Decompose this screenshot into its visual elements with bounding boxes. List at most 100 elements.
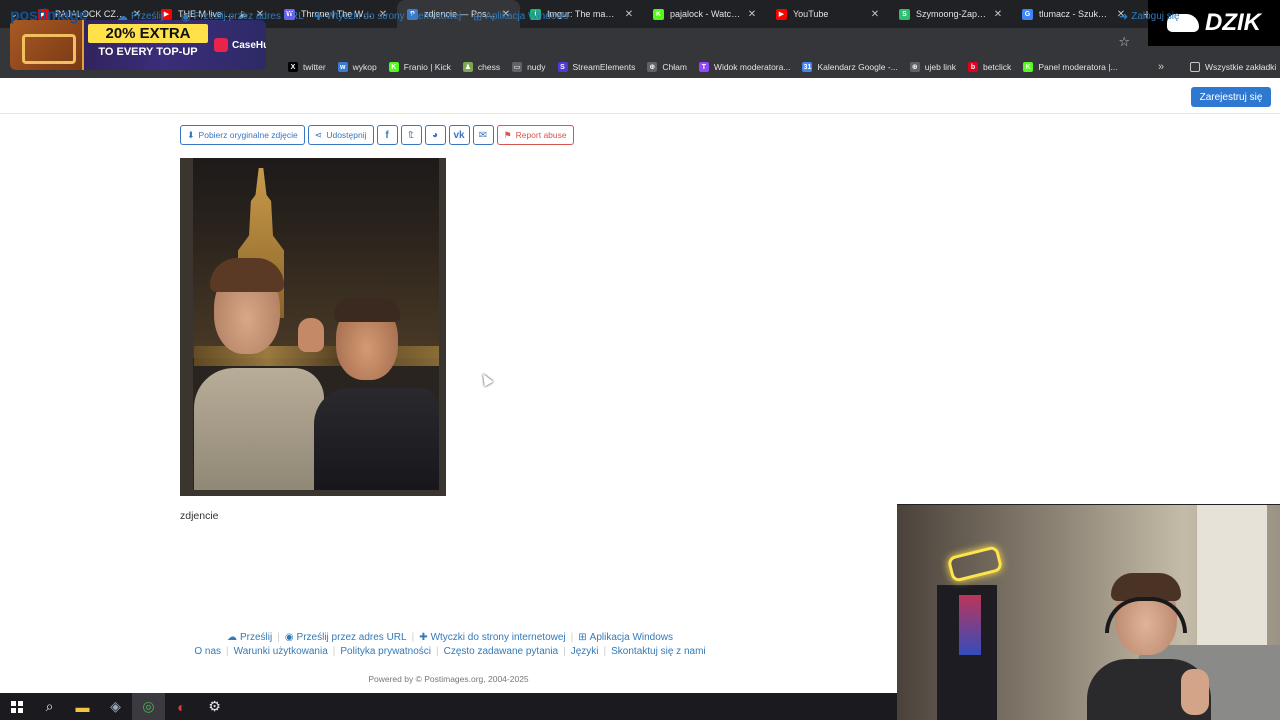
casehug-ad-banner[interactable]: 20% EXTRA TO EVERY TOP-UP CaseHug	[10, 20, 266, 70]
bookmark-star-icon[interactable]: ☆	[1118, 34, 1130, 50]
footer-link[interactable]: Skontaktuj się z nami	[611, 646, 706, 657]
footer-windows-app[interactable]: ⊞ Aplikacja Windows	[578, 632, 673, 643]
bookmark-label: nudy	[527, 62, 546, 72]
tab-favicon-icon: S	[899, 8, 910, 20]
bookmark-item[interactable]: Xtwitter	[288, 62, 326, 72]
ad-brand-label: CaseHug	[232, 39, 266, 51]
bookmark-favicon-icon: 31	[802, 62, 813, 72]
footer-separator: |	[411, 632, 415, 643]
windows-icon: ⊞	[473, 11, 483, 23]
bookmark-item[interactable]: T Widok moderatora...	[698, 62, 790, 72]
chrome-icon[interactable]: ◎	[132, 693, 165, 720]
email-share-icon[interactable]: ✉	[472, 125, 494, 145]
footer-upload-label: Prześlij	[239, 632, 273, 643]
tab-close-icon[interactable]: ✕	[869, 9, 881, 20]
footer-upload[interactable]: ☁ Prześlij	[227, 632, 272, 643]
bookmark-item[interactable]: b betclick	[967, 62, 1011, 72]
nav-windows-app-label: Aplikacja Windows	[485, 11, 569, 22]
browser-tab[interactable]: Gtlumacz - Szukaj w G✕	[1012, 0, 1135, 28]
report-abuse-label: Report abuse	[515, 130, 567, 140]
tab-title: Szymoong-Zapamięt	[916, 9, 988, 19]
file-explorer-icon[interactable]: ▬	[66, 693, 99, 720]
reddit-share-icon[interactable]: ◕	[424, 125, 446, 145]
footer-upload-url[interactable]: ◉ Prześlij przez adres URL	[285, 632, 407, 643]
footer-link[interactable]: Warunki użytkowania	[234, 646, 328, 657]
nav-upload-url[interactable]: ◉ Prześlij przez adres URL	[181, 10, 304, 23]
nav-upload[interactable]: ☁ Prześlij	[117, 10, 163, 23]
webcam-streamer	[1087, 573, 1211, 720]
bookmark-item[interactable]: ♟ chess	[462, 62, 500, 72]
bookmark-item[interactable]: ⊕ ujeb link	[909, 62, 956, 72]
bookmark-item[interactable]: 31 Kalendarz Google -...	[802, 62, 898, 72]
bookmark-item[interactable]: ▭ nudy	[512, 62, 546, 72]
login-link[interactable]: ➜ Zaloguj się	[1119, 10, 1180, 23]
tab-close-icon[interactable]: ✕	[992, 9, 1004, 20]
share-icon: ⋖	[314, 129, 323, 140]
bookmark-favicon-icon: T	[698, 62, 709, 72]
bookmark-favicon-icon: K	[388, 62, 399, 72]
globe-icon: ◉	[284, 632, 294, 643]
bookmark-item[interactable]: K Panel moderatora |...	[1023, 62, 1118, 72]
footer-link[interactable]: Polityka prywatności	[340, 646, 431, 657]
treasure-chest-icon	[10, 20, 84, 70]
signup-button[interactable]: Zarejestruj się	[1191, 87, 1271, 107]
postimage-logo[interactable]: postimage	[10, 7, 88, 25]
bookmark-label: Chłam	[662, 62, 687, 72]
facebook-share-icon[interactable]: f	[376, 125, 398, 145]
obs-icon[interactable]: ◐	[165, 693, 198, 720]
nav-upload-url-label: Prześlij przez adres URL	[193, 11, 304, 22]
browser-tab[interactable]: Kpajalock - Watch clip ✕	[643, 0, 766, 28]
bookmark-label: twitter	[303, 62, 326, 72]
download-original-label: Pobierz oryginalne zdjęcie	[198, 130, 298, 140]
settings-gear-icon[interactable]: ⚙	[198, 693, 231, 720]
tab-close-icon[interactable]: ✕	[623, 9, 635, 20]
nav-plugins[interactable]: ✚ Wtyczki do strony internetowej	[314, 10, 461, 23]
bookmark-item[interactable]: ⊕ Chłam	[647, 62, 687, 72]
bookmark-favicon-icon: ▭	[512, 62, 523, 72]
bookmark-label: Panel moderatora |...	[1038, 62, 1118, 72]
webcam-shelf-light	[959, 595, 981, 655]
footer-link[interactable]: Języki	[571, 646, 599, 657]
login-icon: ➜	[1119, 11, 1129, 23]
tab-title: pajalock - Watch clip	[670, 9, 742, 19]
share-button[interactable]: ⋖ Udostępnij	[307, 125, 374, 145]
webcam-window	[1197, 505, 1267, 645]
bookmark-item[interactable]: K Franio | Kick	[388, 62, 451, 72]
vk-share-icon[interactable]: vk	[448, 125, 470, 145]
footer-link[interactable]: Często zadawane pytania	[444, 646, 559, 657]
twitter-share-icon[interactable]: 𝕥	[400, 125, 422, 145]
bookmark-favicon-icon: X	[288, 62, 298, 72]
nav-plugins-label: Wtyczki do strony internetowej	[326, 11, 462, 22]
browser-tab[interactable]: ▶ YouTube ✕	[766, 0, 889, 28]
footer-separator: |	[603, 646, 607, 657]
uploaded-photo[interactable]	[180, 158, 446, 496]
footer-windows-app-label: Aplikacja Windows	[589, 632, 674, 643]
start-button[interactable]	[0, 693, 33, 720]
bookmarks-overflow-chevron-icon[interactable]: »	[1158, 61, 1164, 73]
download-original-button[interactable]: ⬇ Pobierz oryginalne zdjęcie	[180, 125, 305, 145]
footer-plugins[interactable]: ✚ Wtyczki do strony internetowej	[419, 632, 565, 643]
search-icon[interactable]: ⌕	[33, 693, 66, 720]
bookmark-item[interactable]: S StreamElements	[557, 62, 636, 72]
footer-link[interactable]: O nas	[194, 646, 221, 657]
ad-brand: CaseHug	[214, 38, 266, 52]
streamer-webcam	[897, 504, 1280, 720]
image-caption: zdjencie	[180, 510, 219, 522]
nav-windows-app[interactable]: ⊞ Aplikacja Windows	[473, 10, 569, 23]
bookmark-favicon-icon: ⊕	[647, 62, 658, 72]
footer-separator: |	[563, 646, 566, 657]
photo-frame-left	[180, 158, 193, 496]
tab-close-icon[interactable]: ✕	[746, 9, 758, 20]
upload-icon: ☁	[117, 11, 128, 23]
photo-person-right-hair	[334, 298, 400, 322]
bookmark-favicon-icon: w	[337, 62, 348, 72]
bookmark-label: wykop	[352, 62, 377, 72]
footer-upload-url-label: Prześlij przez adres URL	[296, 632, 407, 643]
app-icon[interactable]: ◈	[99, 693, 132, 720]
folder-icon	[1190, 62, 1200, 72]
report-abuse-button[interactable]: ⚑ Report abuse	[496, 125, 574, 145]
bookmark-label: StreamElements	[572, 62, 636, 72]
bookmark-item[interactable]: w wykop	[337, 62, 377, 72]
all-bookmarks-button[interactable]: Wszystkie zakładki	[1190, 62, 1276, 72]
browser-tab[interactable]: S Szymoong-Zapamięt ✕	[889, 0, 1012, 28]
